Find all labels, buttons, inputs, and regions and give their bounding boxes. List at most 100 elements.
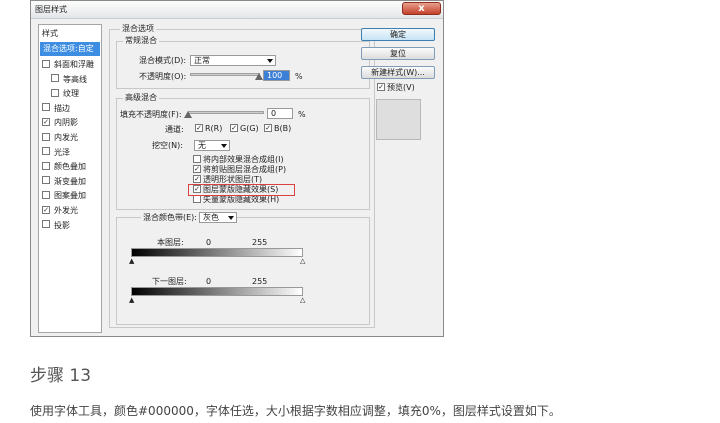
checkbox-icon[interactable] <box>42 132 50 141</box>
close-button[interactable]: x <box>402 2 441 15</box>
advanced-option-checkbox[interactable]: 矢量蒙版隐藏效果(H) <box>193 194 280 205</box>
step-title: 步骤 13 <box>30 366 92 386</box>
checkbox-icon: ✓ <box>264 123 272 132</box>
ok-button[interactable]: 确定 <box>361 28 435 41</box>
style-item-label: 光泽 <box>54 147 70 157</box>
checkbox-icon[interactable] <box>42 190 50 199</box>
step-description: 使用字体工具，颜色#000000，字体任选，大小根据字数相应调整，填充0%，图层… <box>30 404 561 418</box>
channel-checkbox[interactable]: ✓ B(B) <box>264 123 292 134</box>
this-layer-white-handle[interactable]: △ <box>300 258 305 265</box>
this-layer-max: 255 <box>252 238 268 247</box>
styles-header[interactable]: 样式 <box>39 27 101 41</box>
checkbox-icon[interactable]: ✓ <box>42 205 50 214</box>
layer-style-dialog: 图层样式 x 样式 混合选项:自定 斜面和浮雕等高线纹理描边 ✓ 内阴影内发光光泽颜… <box>30 0 444 337</box>
style-item[interactable]: 颜色叠加 <box>39 160 101 174</box>
checkbox-icon: ✓ <box>195 123 203 132</box>
blend-if-select[interactable]: 灰色 <box>199 212 237 223</box>
style-item[interactable]: 投影 <box>39 219 101 233</box>
opacity-unit: % <box>295 72 303 81</box>
style-item[interactable]: 斜面和浮雕 <box>39 58 101 72</box>
reset-button[interactable]: 复位 <box>361 47 435 60</box>
advanced-option-label: 将剪贴图层混合成组(P) <box>203 165 287 174</box>
checkbox-icon: ✓ <box>193 174 201 183</box>
style-item-label: 投影 <box>54 220 70 230</box>
underlying-layer-min: 0 <box>206 277 212 286</box>
underlying-layer-max: 255 <box>252 277 268 286</box>
style-item[interactable]: ✓ 内阴影 <box>39 116 101 130</box>
channels-label: 通道: <box>165 125 184 134</box>
blending-options-item[interactable]: 混合选项:自定 <box>40 42 100 56</box>
style-item[interactable]: 内发光 <box>39 131 101 145</box>
fill-opacity-unit: % <box>298 110 306 119</box>
blend-mode-select[interactable]: 正常 <box>190 55 276 66</box>
style-item-label: 内发光 <box>54 133 78 142</box>
style-item-label: 渐变叠加 <box>54 176 86 186</box>
underlying-layer-gradient <box>131 287 303 296</box>
preview-swatch <box>376 99 421 140</box>
advanced-option-label: 将内部效果混合成组(I) <box>203 155 284 164</box>
style-item[interactable]: 渐变叠加 <box>39 175 101 189</box>
checkbox-icon[interactable] <box>42 176 50 185</box>
underlying-layer-white-handle[interactable]: △ <box>300 297 305 304</box>
channel-label: R(R) <box>205 124 223 133</box>
style-item-label: 斜面和浮雕 <box>54 60 94 69</box>
checkbox-icon[interactable] <box>42 59 50 68</box>
style-item-label: 颜色叠加 <box>54 162 86 172</box>
this-layer-black-handle[interactable]: ▲ <box>129 258 134 265</box>
fill-opacity-input[interactable]: 0 <box>267 108 293 119</box>
opacity-input[interactable]: 100 <box>263 70 290 81</box>
new-style-button[interactable]: 新建样式(W)... <box>361 66 435 79</box>
fill-opacity-slider[interactable] <box>188 111 264 114</box>
blending-options-group: 混合选项 常规混合 混合模式(D): 正常 不透明度(O): 100 % 高级混… <box>109 24 375 328</box>
opacity-slider-thumb[interactable] <box>255 73 263 80</box>
channel-label: G(G) <box>240 124 259 133</box>
checkbox-icon[interactable] <box>42 103 50 112</box>
chevron-down-icon <box>221 144 227 148</box>
fill-opacity-label: 填充不透明度(F): <box>120 110 182 119</box>
preview-label: 预览(V) <box>387 83 415 92</box>
advanced-option-label: 透明形状图层(T) <box>203 175 263 184</box>
blend-mode-value: 正常 <box>194 56 210 65</box>
advanced-blending-group: 高级混合 填充不透明度(F): 0 % 通道: ✓ R(R) ✓ G(G) ✓ B(B) … <box>116 93 370 210</box>
advanced-option-checkbox[interactable]: ✓ 将剪贴图层混合成组(P) <box>193 164 287 175</box>
general-blending-group: 常规混合 混合模式(D): 正常 不透明度(O): 100 % <box>116 36 370 89</box>
style-item-label: 纹理 <box>63 89 79 99</box>
style-item[interactable]: 图案叠加 <box>39 189 101 203</box>
this-layer-min: 0 <box>206 238 212 247</box>
dialog-title: 图层样式 <box>35 5 67 14</box>
channel-checkbox[interactable]: ✓ G(G) <box>230 123 259 134</box>
blending-options-title: 混合选项 <box>120 24 156 34</box>
opacity-label: 不透明度(O): <box>139 72 187 81</box>
style-item[interactable]: 描边 <box>39 102 101 116</box>
preview-checkbox[interactable]: ✓ 预览(V) <box>377 82 415 93</box>
channel-checkbox[interactable]: ✓ R(R) <box>195 123 223 134</box>
checkbox-icon[interactable] <box>42 161 50 170</box>
this-layer-label: 本图层: <box>157 238 184 247</box>
style-item[interactable]: 纹理 <box>39 87 101 101</box>
style-item[interactable]: 光泽 <box>39 146 101 160</box>
style-item-label: 等高线 <box>63 74 87 84</box>
blend-mode-label: 混合模式(D): <box>139 56 187 65</box>
fill-opacity-slider-thumb[interactable] <box>184 111 192 118</box>
checkbox-icon[interactable] <box>42 220 50 229</box>
style-item-label: 外发光 <box>54 206 78 215</box>
checkbox-icon[interactable] <box>51 74 59 83</box>
checkbox-icon[interactable] <box>42 147 50 156</box>
advanced-option-checkbox[interactable]: 将内部效果混合成组(I) <box>193 154 284 165</box>
this-layer-gradient <box>131 248 303 257</box>
advanced-blending-legend: 高级混合 <box>123 93 159 103</box>
style-item[interactable]: ✓ 外发光 <box>39 204 101 218</box>
blend-if-value: 灰色 <box>203 213 219 222</box>
underlying-layer-black-handle[interactable]: ▲ <box>129 297 134 304</box>
channel-label: B(B) <box>274 124 292 133</box>
opacity-slider[interactable] <box>190 73 260 76</box>
checkbox-icon: ✓ <box>377 82 385 91</box>
knockout-select[interactable]: 无 <box>194 140 230 151</box>
style-item[interactable]: 等高线 <box>39 73 101 87</box>
advanced-option-label: 矢量蒙版隐藏效果(H) <box>203 195 280 204</box>
checkbox-icon <box>193 154 201 163</box>
checkbox-icon[interactable]: ✓ <box>42 117 50 126</box>
checkbox-icon[interactable] <box>51 88 59 97</box>
style-item-label: 描边 <box>54 103 70 113</box>
chevron-down-icon <box>267 59 273 63</box>
